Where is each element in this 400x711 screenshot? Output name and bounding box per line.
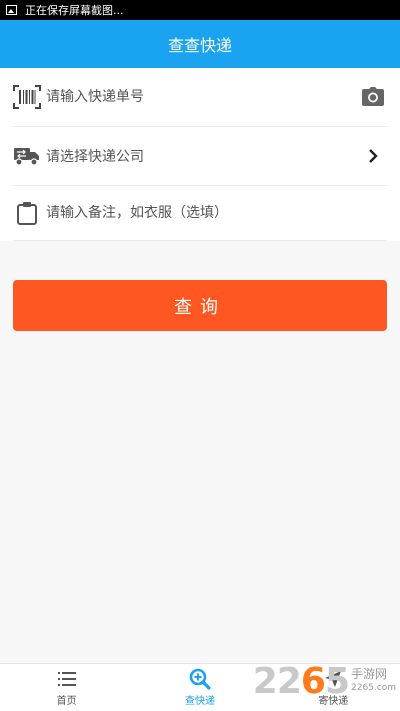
page-title: 查查快递 — [167, 36, 232, 55]
query-button-label: 查询 — [174, 296, 226, 318]
query-button[interactable]: 查询 — [13, 280, 387, 331]
courier-select-row[interactable]: 请选择快递公司 — [13, 127, 387, 186]
query-form: 请选择快递公司 — [0, 68, 400, 241]
bottom-tab-bar: 首页 查快递 寄快递 — [0, 663, 400, 711]
camera-icon[interactable] — [359, 83, 387, 111]
image-icon — [6, 5, 17, 15]
chevron-right-icon — [359, 142, 387, 170]
note-input[interactable] — [46, 205, 387, 221]
status-notification: 正在保存屏幕截图... — [25, 4, 124, 17]
barcode-scan-icon — [13, 83, 41, 111]
status-bar: 正在保存屏幕截图... — [0, 0, 400, 20]
tab-home-label: 首页 — [56, 696, 77, 707]
tracking-number-row[interactable] — [13, 68, 387, 127]
truck-icon — [13, 142, 41, 170]
tracking-number-input[interactable] — [46, 89, 359, 105]
app-header: 查查快递 — [0, 20, 400, 68]
list-icon — [56, 668, 78, 690]
tab-send-express-label: 寄快递 — [318, 696, 349, 707]
search-zoom-icon — [189, 668, 211, 690]
clipboard-icon — [13, 199, 41, 227]
courier-select-label: 请选择快递公司 — [46, 149, 144, 165]
tab-send-express[interactable]: 寄快递 — [267, 664, 400, 711]
tab-home[interactable]: 首页 — [0, 664, 133, 711]
send-icon — [322, 668, 344, 690]
tab-query-express[interactable]: 查快递 — [133, 664, 266, 711]
tab-query-express-label: 查快递 — [184, 696, 215, 707]
note-row[interactable] — [13, 186, 387, 241]
